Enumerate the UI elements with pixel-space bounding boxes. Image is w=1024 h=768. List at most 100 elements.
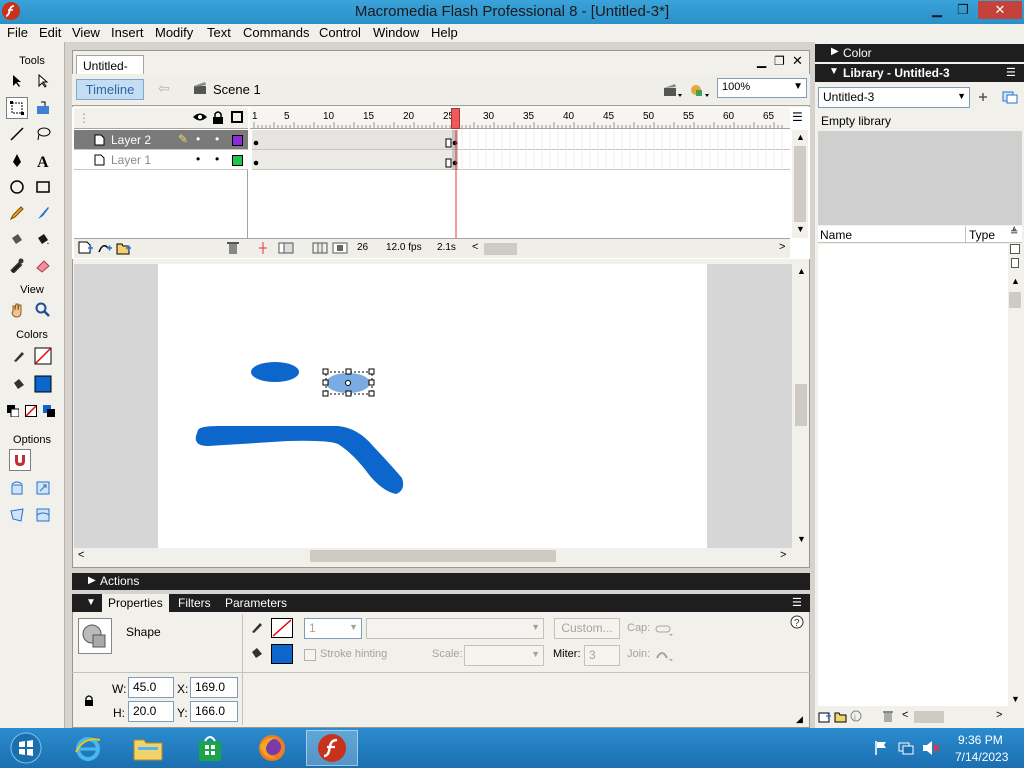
col-name[interactable]: Name <box>820 228 852 242</box>
file-explorer-icon[interactable] <box>122 730 174 766</box>
frame-ruler[interactable]: 1 5 10 15 20 25 30 35 40 45 50 55 60 65 <box>250 108 790 129</box>
scroll-right-icon[interactable]: > <box>780 549 786 561</box>
library-hscroll-thumb[interactable] <box>914 711 944 723</box>
oval-tool-icon[interactable] <box>6 176 28 198</box>
menu-window[interactable]: Window <box>373 25 419 40</box>
add-motion-guide-icon[interactable] <box>97 241 113 255</box>
menu-view[interactable]: View <box>72 25 100 40</box>
new-library-panel-icon[interactable] <box>1002 90 1018 104</box>
doc-minimize-button[interactable]: ▁ <box>757 54 766 68</box>
swap-colors-icon[interactable] <box>40 400 58 422</box>
menu-commands[interactable]: Commands <box>243 25 309 40</box>
close-button[interactable]: ✕ <box>978 1 1022 19</box>
clock-time[interactable]: 9:36 PM <box>958 733 1003 747</box>
minimize-button[interactable]: ▁ <box>925 1 949 19</box>
playhead-marker[interactable] <box>451 108 460 129</box>
doc-close-button[interactable]: ✕ <box>792 53 803 69</box>
ink-bottle-tool-icon[interactable] <box>6 228 28 250</box>
layer-visible-dot[interactable]: • <box>196 132 200 146</box>
hand-tool-icon[interactable] <box>6 299 28 321</box>
scroll-up-icon[interactable]: ▲ <box>796 132 805 142</box>
panel-menu-icon[interactable]: ☰ <box>792 596 802 609</box>
free-transform-tool-icon[interactable] <box>6 97 28 119</box>
pen-tool-icon[interactable] <box>6 150 28 172</box>
insert-layer-icon[interactable] <box>78 241 94 255</box>
height-input[interactable]: 20.0 <box>128 701 174 722</box>
menu-control[interactable]: Control <box>319 25 361 40</box>
edit-multiple-frames-icon[interactable] <box>332 241 348 255</box>
scroll-up-icon[interactable]: ▲ <box>1011 276 1020 286</box>
pin-library-icon[interactable] <box>976 90 990 104</box>
color-panel-header[interactable]: ▶ Color <box>815 44 1024 62</box>
timeline-toggle-button[interactable]: Timeline <box>76 79 144 100</box>
cap-select-icon[interactable] <box>655 623 675 637</box>
doc-restore-button[interactable]: ❐ <box>774 54 785 68</box>
fill-color-button[interactable] <box>271 644 293 664</box>
black-white-icon[interactable] <box>4 400 22 422</box>
new-folder-icon[interactable] <box>834 710 848 723</box>
scroll-thumb[interactable] <box>1009 292 1021 308</box>
fill-transform-tool-icon[interactable] <box>32 97 54 119</box>
layer-outline-color[interactable] <box>232 135 243 146</box>
zoom-tool-icon[interactable] <box>32 299 54 321</box>
library-panel-header[interactable]: ▼ Library - Untitled-3 ☰ <box>815 64 1024 82</box>
no-color-icon[interactable] <box>22 400 40 422</box>
menu-edit[interactable]: Edit <box>39 25 61 40</box>
rectangle-tool-icon[interactable] <box>32 176 54 198</box>
scroll-left-icon[interactable]: < <box>902 709 908 721</box>
sort-icon[interactable]: ≜ <box>1010 227 1018 238</box>
frame-rate[interactable]: 12.0 fps <box>386 242 422 253</box>
eyedropper-tool-icon[interactable] <box>6 254 28 276</box>
pencil-tool-icon[interactable] <box>6 202 28 224</box>
layer-row-1[interactable]: Layer 1 • • <box>74 150 248 170</box>
frame-grid[interactable] <box>250 130 790 238</box>
store-icon[interactable] <box>184 730 236 766</box>
tab-filters[interactable]: Filters <box>178 596 211 610</box>
trash-icon[interactable] <box>226 241 240 255</box>
scroll-thumb[interactable] <box>310 550 556 562</box>
narrow-view-icon[interactable] <box>1011 258 1019 268</box>
scroll-down-icon[interactable]: ▼ <box>797 534 806 544</box>
scroll-left-icon[interactable]: < <box>78 549 84 561</box>
tab-parameters[interactable]: Parameters <box>225 596 287 610</box>
scroll-thumb[interactable] <box>795 384 807 426</box>
stroke-style-select[interactable]: ▼ <box>366 618 544 639</box>
col-type[interactable]: Type <box>969 228 995 242</box>
scale-select[interactable]: ▼ <box>464 645 544 666</box>
scroll-right-icon[interactable]: > <box>779 241 785 253</box>
internet-explorer-icon[interactable] <box>62 730 114 766</box>
center-frame-icon[interactable] <box>258 241 268 255</box>
firefox-icon[interactable] <box>246 730 298 766</box>
stroke-height-input[interactable]: 1 ▼ <box>304 618 362 639</box>
lock-icon[interactable] <box>212 111 224 124</box>
library-document-select[interactable]: Untitled-3 ▼ <box>818 87 970 108</box>
new-symbol-icon[interactable] <box>818 710 832 723</box>
network-icon[interactable] <box>898 740 914 756</box>
stage[interactable] <box>158 264 707 548</box>
help-icon[interactable]: ? <box>790 615 804 629</box>
lasso-tool-icon[interactable] <box>32 123 54 145</box>
timeline-menu-icon[interactable]: ☰ <box>792 110 803 124</box>
miter-input[interactable]: 3 <box>584 645 620 666</box>
scene-name[interactable]: Scene 1 <box>213 82 261 97</box>
edit-symbols-icon[interactable] <box>690 82 710 98</box>
lock-proportions-icon[interactable] <box>84 695 94 707</box>
menu-insert[interactable]: Insert <box>111 25 144 40</box>
fill-color-swatch[interactable] <box>32 373 54 395</box>
text-tool-icon[interactable]: A <box>32 150 54 172</box>
library-list[interactable] <box>818 244 1008 706</box>
layer-lock-dot[interactable]: • <box>215 132 219 146</box>
onion-skin-outlines-icon[interactable] <box>312 241 328 255</box>
stroke-color-swatch[interactable] <box>32 345 54 367</box>
clock-date[interactable]: 7/14/2023 <box>955 750 1008 764</box>
edit-scene-icon[interactable] <box>663 82 683 98</box>
resize-grip-icon[interactable]: ◢ <box>796 714 803 725</box>
distort-icon[interactable] <box>6 504 28 526</box>
eraser-tool-icon[interactable] <box>32 254 54 276</box>
timeline-hscroll-thumb[interactable] <box>484 243 517 255</box>
eye-icon[interactable] <box>192 111 208 123</box>
back-arrow-icon[interactable]: ⇦ <box>152 80 176 99</box>
layer-name[interactable]: Layer 2 <box>111 133 151 147</box>
scale-icon[interactable] <box>32 477 54 499</box>
scroll-thumb[interactable] <box>794 146 806 222</box>
